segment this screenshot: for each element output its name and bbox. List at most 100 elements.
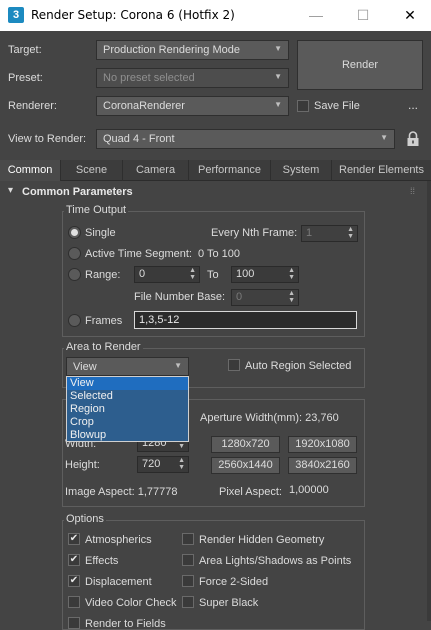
height-spinner[interactable]: 720 ▲ ▼ [137,456,189,473]
rollout-title[interactable]: Common Parameters [22,186,133,198]
target-label: Target: [8,44,42,56]
tab-common[interactable]: Common [0,160,61,181]
effects-label: Effects [85,555,119,567]
chevron-down-icon: ▼ [274,72,282,81]
chevron-down-icon: ▼ [274,44,282,53]
chevron-down-icon: ▼ [174,361,182,370]
frames-label: Frames [85,315,123,327]
preset-1280x720-button[interactable]: 1280x720 [211,436,280,453]
force-2sided-checkbox[interactable] [182,575,194,587]
preset-3840x2160-button[interactable]: 3840x2160 [288,457,357,474]
close-button[interactable]: ✕ [387,0,431,31]
tab-render-elements[interactable]: Render Elements [332,160,431,181]
range-to-label: To [207,269,219,281]
active-segment-value: 0 To 100 [198,248,241,260]
render-button[interactable]: Render [297,40,423,90]
renderer-dropdown[interactable]: CoronaRenderer ▼ [96,96,289,116]
area-lights-checkbox[interactable] [182,554,194,566]
preset-value: No preset selected [103,72,195,84]
save-file-checkbox[interactable] [297,100,309,112]
option-region[interactable]: Region [67,403,188,416]
single-radio[interactable] [68,226,81,239]
spinner-arrows-icon: ▲▼ [178,457,185,471]
grip-icon[interactable]: ⁞⁞ [410,186,415,196]
collapse-arrow-icon[interactable]: ▾ [8,185,13,196]
tab-scene[interactable]: Scene [61,160,123,181]
frames-radio[interactable] [68,314,81,327]
super-black-label: Super Black [199,597,259,609]
every-nth-label: Every Nth Frame: [211,227,298,239]
render-to-fields-label: Render to Fields [85,618,166,630]
atmospherics-checkbox[interactable]: ✔ [68,533,80,545]
area-to-render-value: View [73,361,97,373]
effects-checkbox[interactable]: ✔ [68,554,80,566]
spinner-arrows-icon: ▲▼ [347,226,354,240]
render-to-fields-checkbox[interactable] [68,617,80,629]
file-number-base-spinner[interactable]: 0 ▲ ▼ [231,289,299,306]
render-hidden-checkbox[interactable] [182,533,194,545]
area-to-render-dropdown[interactable]: View ▼ [66,357,189,376]
image-aspect: Image Aspect: 1,77778 [65,486,178,498]
range-from-value: 0 [139,268,146,280]
option-blowup[interactable]: Blowup [67,429,188,442]
super-black-checkbox[interactable] [182,596,194,608]
preset-dropdown[interactable]: No preset selected ▼ [96,68,289,88]
video-color-check-label: Video Color Check [85,597,177,609]
atmospherics-label: Atmospherics [85,534,152,546]
title-bar: 3 Render Setup: Corona 6 (Hotfix 2) — ☐ … [0,0,431,31]
options-title: Options [64,513,106,525]
spinner-arrows-icon: ▲▼ [288,267,295,281]
pixel-aspect-label: Pixel Aspect: [219,486,282,498]
pixel-aspect-value[interactable]: 1,00000 [289,484,329,496]
target-dropdown[interactable]: Production Rendering Mode ▼ [96,40,289,60]
option-selected[interactable]: Selected [67,390,188,403]
tab-system[interactable]: System [271,160,332,181]
area-lights-label: Area Lights/Shadows as Points [199,555,352,567]
preset-1920x1080-button[interactable]: 1920x1080 [288,436,357,453]
app-icon: 3 [8,7,24,23]
tab-bar: Common Scene Camera Performance System R… [0,160,431,181]
target-value: Production Rendering Mode [103,44,240,56]
view-to-render-value: Quad 4 - Front [103,133,175,145]
option-view[interactable]: View [67,377,188,390]
more-options-button[interactable]: ... [408,98,418,112]
scrollbar-track[interactable] [427,181,431,621]
every-nth-spinner[interactable]: 1 ▲ ▼ [301,225,358,242]
auto-region-label: Auto Region Selected [245,360,352,372]
renderer-label: Renderer: [8,100,57,112]
force-2sided-label: Force 2-Sided [199,576,269,588]
area-to-render-options: View Selected Region Crop Blowup [66,376,189,442]
single-label: Single [85,227,116,239]
time-output-title: Time Output [64,204,129,216]
render-hidden-label: Render Hidden Geometry [199,534,325,546]
minimize-button[interactable]: — [293,0,339,31]
tab-camera[interactable]: Camera [123,160,189,181]
spinner-arrows-icon: ▲▼ [288,290,295,304]
aperture-width: Aperture Width(mm): 23,760 [200,412,339,424]
preset-2560x1440-button[interactable]: 2560x1440 [211,457,280,474]
auto-region-checkbox[interactable] [228,359,240,371]
height-value: 720 [142,458,161,470]
active-segment-label: Active Time Segment: [85,248,192,260]
range-to-spinner[interactable]: 100 ▲ ▼ [231,266,299,283]
window-title: Render Setup: Corona 6 (Hotfix 2) [31,8,235,22]
displacement-checkbox[interactable]: ✔ [68,575,80,587]
spinner-arrows-icon: ▲▼ [189,267,196,281]
tab-performance[interactable]: Performance [189,160,271,181]
active-segment-radio[interactable] [68,247,81,260]
maximize-button[interactable]: ☐ [340,0,386,31]
range-from-spinner[interactable]: 0 ▲ ▼ [134,266,200,283]
lock-icon[interactable] [406,131,420,147]
view-to-render-label: View to Render: [8,133,87,145]
video-color-check-checkbox[interactable] [68,596,80,608]
renderer-value: CoronaRenderer [103,100,185,112]
file-number-base-value: 0 [236,291,243,303]
range-radio[interactable] [68,268,81,281]
height-label: Height: [65,459,100,471]
option-crop[interactable]: Crop [67,416,188,429]
range-to-value: 100 [236,268,255,280]
every-nth-value: 1 [306,227,313,239]
frames-input[interactable]: 1,3,5-12 [134,311,357,329]
view-to-render-dropdown[interactable]: Quad 4 - Front ▼ [96,129,395,149]
chevron-down-icon: ▼ [274,100,282,109]
